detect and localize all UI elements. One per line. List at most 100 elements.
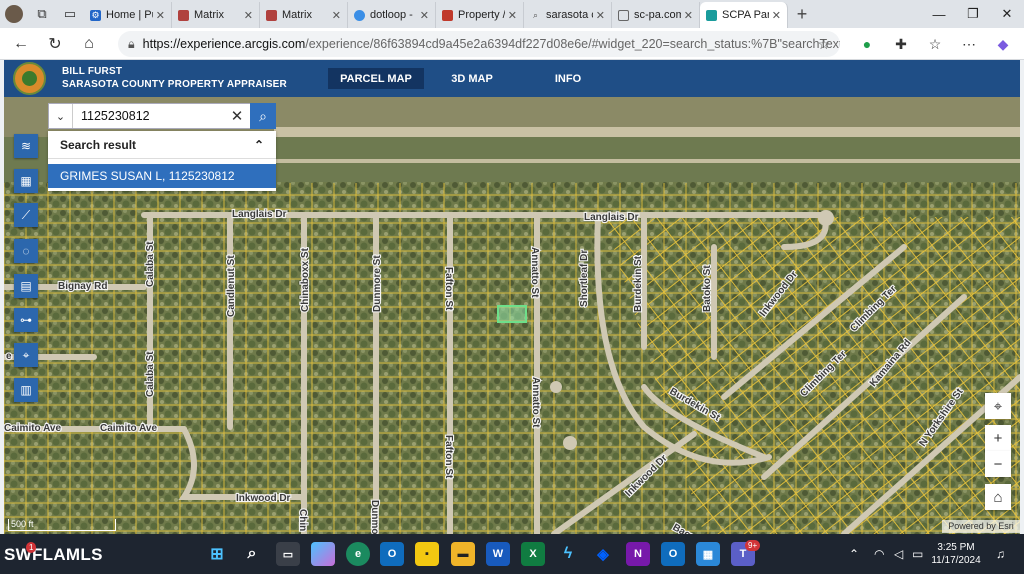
search-source-chevron-icon[interactable]: ⌄ (49, 104, 73, 128)
browser-tab[interactable]: Matrix ✕ (172, 2, 260, 28)
extensions-icon[interactable]: ✚ (884, 28, 918, 60)
search-icon: ⌕ (532, 9, 539, 20)
nav-3d-map[interactable]: 3D MAP (436, 68, 508, 89)
refresh-icon[interactable]: ↻ (38, 28, 72, 60)
measure-button[interactable]: ⟋ (14, 203, 38, 227)
print-button[interactable]: ▤ (14, 274, 38, 298)
street-label: Chin (297, 509, 308, 531)
notifications-bell-icon[interactable]: ♫ (996, 534, 1005, 574)
layers-button[interactable]: ≋ (14, 134, 38, 158)
search-result-item[interactable]: GRIMES SUSAN L, 1125230812 (48, 164, 276, 188)
browser-tab[interactable]: dotloop - ✕ (348, 2, 436, 28)
map-tools-button[interactable]: ⌖ (14, 343, 38, 367)
outlook-icon[interactable]: O (380, 542, 404, 566)
close-tab-icon[interactable]: ✕ (332, 9, 341, 22)
search-result-header[interactable]: Search result ⌃ (48, 131, 276, 159)
search-input[interactable]: 1125230812 (73, 109, 225, 123)
browser-tab-active[interactable]: SCPA Parc✕ (700, 2, 788, 28)
dropbox-icon[interactable]: ◈ (591, 542, 615, 566)
street-label: Annatto St (529, 247, 540, 298)
more-icon[interactable]: ⋯ (952, 28, 986, 60)
file-explorer-icon[interactable]: ▬ (451, 542, 475, 566)
watermark-brand: SWFLAMLS (4, 545, 103, 564)
close-tab-icon[interactable]: ✕ (508, 9, 517, 22)
plus-icon: + (993, 429, 1003, 447)
copilot-icon[interactable]: ◆ (986, 28, 1020, 60)
share-button[interactable]: ⊶ (14, 308, 38, 332)
excel-icon[interactable]: X (521, 542, 545, 566)
minimize-icon[interactable]: — (922, 0, 956, 28)
close-tab-icon[interactable]: ✕ (156, 9, 165, 22)
browser-tab[interactable]: sc-pa.com ✕ (612, 2, 700, 28)
grid-icon: ▦ (20, 174, 32, 188)
new-tab-button[interactable]: + (788, 4, 816, 25)
favorites-icon[interactable]: ☆ (918, 28, 952, 60)
clear-search-icon[interactable]: ✕ (225, 107, 249, 125)
volume-icon[interactable]: ◁ (894, 534, 903, 574)
parcel-map[interactable]: Langlais Dr Langlais Dr Bignay Rd Calaba… (4, 97, 1020, 534)
home-icon[interactable]: ⌂ (72, 28, 106, 60)
home-icon: ⌂ (993, 488, 1003, 506)
wifi-icon[interactable]: ◠ (874, 534, 884, 574)
copilot-icon[interactable] (311, 542, 335, 566)
street-label: Caimito Ave (100, 423, 157, 434)
selected-parcel[interactable] (497, 305, 527, 323)
task-view-icon[interactable]: ▭ (276, 542, 300, 566)
pdf-icon (442, 9, 453, 21)
browser-tab[interactable]: ⌕ sarasota c ✕ (524, 2, 612, 28)
zoom-in-button[interactable]: + (985, 425, 1011, 451)
edge-icon[interactable]: e (346, 542, 370, 566)
layers-icon: ≋ (20, 139, 32, 153)
locate-button[interactable]: ⌖ (985, 393, 1011, 419)
sticky-notes-icon[interactable]: ▪ (415, 542, 439, 566)
close-tab-icon[interactable]: ✕ (684, 9, 693, 22)
print-icon: ▤ (20, 279, 32, 293)
restore-icon[interactable]: ❐ (956, 0, 990, 28)
tab-actions-icon[interactable]: ▭ (56, 0, 84, 28)
street-label: Inkwood Dr (236, 493, 291, 504)
word-icon[interactable]: W (486, 542, 510, 566)
close-tab-icon[interactable]: ✕ (420, 9, 429, 22)
power-automate-icon[interactable]: ϟ (556, 542, 580, 566)
nav-info[interactable]: INFO (538, 68, 598, 89)
street-label: Dunmore St (372, 255, 383, 312)
search-icon[interactable]: ⌕ (240, 542, 264, 566)
profile-avatar[interactable] (0, 0, 28, 28)
browser-tab[interactable]: Matrix ✕ (260, 2, 348, 28)
url-field[interactable]: 🔒︎ https://experience.arcgis.com/experie… (118, 31, 840, 57)
search-button[interactable]: ⌕ (250, 103, 276, 129)
close-tab-icon[interactable]: ✕ (596, 9, 605, 22)
select-button[interactable]: ◌ (14, 239, 38, 263)
browser-tab[interactable]: Property / ✕ (436, 2, 524, 28)
esri-attribution[interactable]: Powered by Esri (942, 520, 1020, 533)
zoom-out-button[interactable]: − (985, 451, 1011, 477)
table-icon: ▥ (20, 383, 32, 397)
check-icon[interactable]: ● (850, 28, 884, 60)
nav-parcel-map[interactable]: PARCEL MAP (328, 68, 424, 89)
close-tab-icon[interactable]: ✕ (244, 9, 253, 22)
calculator-icon[interactable]: ▦ (696, 542, 720, 566)
battery-icon[interactable]: ▭ (912, 534, 923, 574)
collapse-chevron-icon[interactable]: ⌃ (254, 138, 264, 152)
outlook-new-icon[interactable]: O (661, 542, 685, 566)
address-bar-row: ← ↻ ⌂ 🔒︎ https://experience.arcgis.com/e… (0, 28, 1024, 60)
taskbar-clock[interactable]: 3:25 PM 11/17/2024 (931, 541, 981, 567)
onenote-icon[interactable]: N (626, 542, 650, 566)
search-icon: ⌕ (259, 107, 267, 124)
workspaces-icon[interactable]: ⧉ (28, 0, 56, 28)
start-icon[interactable]: ⊞ (205, 542, 229, 566)
table-button[interactable]: ▥ (14, 378, 38, 402)
favorite-star-icon[interactable]: ☆ (817, 36, 830, 53)
show-hidden-icons[interactable]: ⌃ (849, 534, 859, 574)
close-window-icon[interactable]: ✕ (990, 0, 1024, 28)
back-icon[interactable]: ← (4, 28, 38, 60)
browser-tab[interactable]: ⚙ Home | Pu ✕ (84, 2, 172, 28)
teams-badge: 9+ (745, 540, 761, 551)
street-label: Batoko St (702, 265, 713, 312)
street-label: Annatto St (530, 377, 541, 428)
street-label: e (6, 351, 12, 362)
home-extent-button[interactable]: ⌂ (985, 484, 1011, 510)
street-label: Burdekin St (633, 255, 644, 312)
close-tab-icon[interactable]: ✕ (772, 9, 781, 22)
basemap-button[interactable]: ▦ (14, 169, 38, 193)
